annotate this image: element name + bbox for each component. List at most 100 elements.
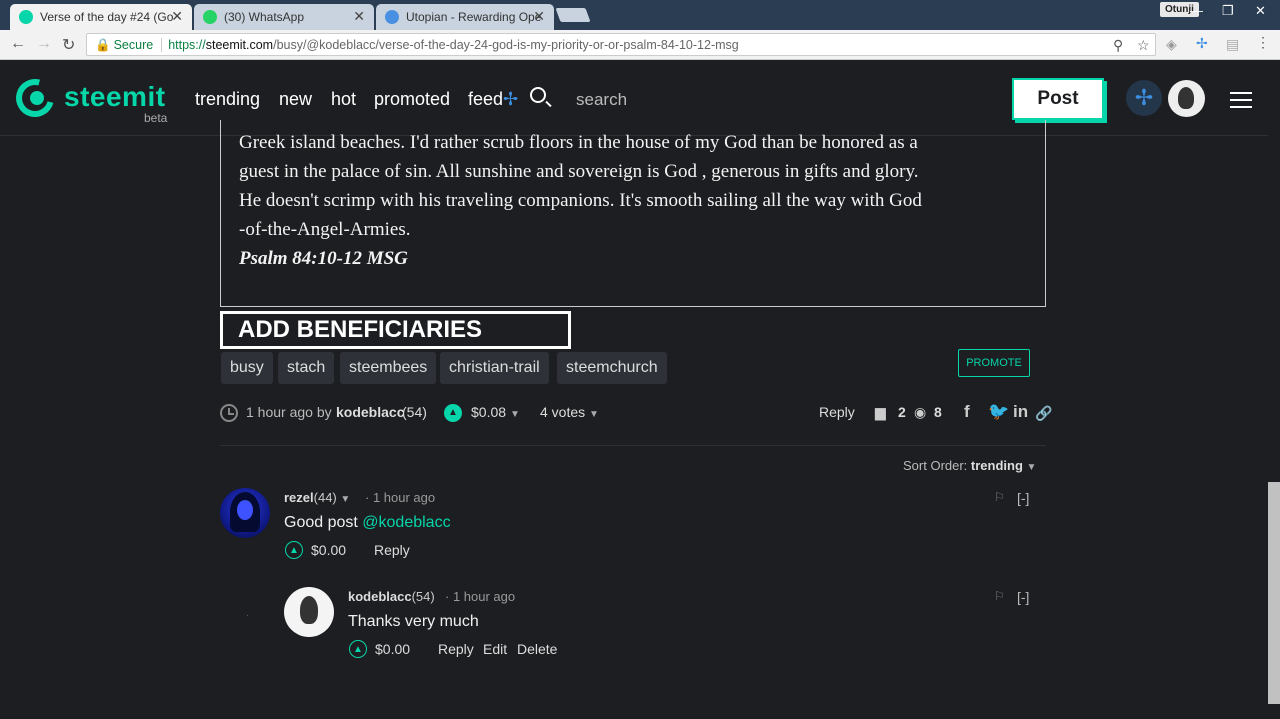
lock-icon: 🔒 <box>95 38 111 52</box>
busy-feed-icon: ✢ <box>503 89 519 109</box>
link-icon[interactable]: 🔗 <box>1035 405 1052 422</box>
comment-reply-link[interactable]: Reply <box>374 542 410 558</box>
new-tab-button[interactable] <box>555 8 591 22</box>
sort-order[interactable]: Sort Order: trending ▼ <box>903 458 1036 473</box>
comment-delete-link[interactable]: Delete <box>517 641 557 657</box>
pdf-extension-icon[interactable]: ▤ <box>1226 36 1239 53</box>
thread-dot: · <box>246 610 250 621</box>
comment-mention[interactable]: @kodeblacc <box>362 514 450 531</box>
user-avatar[interactable] <box>1168 80 1205 117</box>
comment-author[interactable]: rezel(44) ▼ <box>284 490 350 505</box>
browser-tab-whatsapp[interactable]: (30) WhatsApp ✕ <box>194 4 374 30</box>
reply-link[interactable]: Reply <box>819 404 855 420</box>
tag-busy[interactable]: busy <box>221 352 273 384</box>
nav-promoted[interactable]: promoted <box>374 89 450 110</box>
comment-body: Thanks very much <box>348 613 479 630</box>
comment-avatar[interactable] <box>284 587 334 637</box>
tag-stach[interactable]: stach <box>278 352 335 384</box>
payout-value: $0.08 <box>471 404 507 420</box>
add-beneficiaries-heading: ADD BENEFICIARIES <box>220 311 571 349</box>
post-button[interactable]: Post <box>1012 78 1104 120</box>
flag-icon[interactable]: ⚐ <box>994 589 1005 603</box>
tab-title: (30) WhatsApp <box>224 10 305 24</box>
zoom-icon[interactable]: ⚲ <box>1113 37 1123 54</box>
tab-title: Utopian - Rewarding Ope <box>406 10 542 24</box>
comment-time[interactable]: · 1 hour ago <box>445 589 515 604</box>
comment-time-value: 1 hour ago <box>372 490 436 505</box>
comments-icon[interactable]: ▆ <box>875 404 886 421</box>
busy-extension-icon[interactable]: ✢ <box>1196 35 1208 52</box>
nav-hot[interactable]: hot <box>331 89 356 110</box>
hamburger-menu-icon[interactable] <box>1230 92 1252 108</box>
reload-icon[interactable]: ↻ <box>62 35 75 55</box>
secure-label: Secure <box>113 38 163 52</box>
avatar-face <box>237 500 253 520</box>
quote-line: guest in the palace of sin. All sunshine… <box>239 161 919 182</box>
busy-app-icon[interactable]: ✢ <box>1126 80 1162 116</box>
extension-icon[interactable]: ◈ <box>1166 36 1177 53</box>
upvote-icon[interactable]: ▲ <box>444 404 462 422</box>
back-icon[interactable]: ← <box>10 35 26 53</box>
flag-icon[interactable]: ⚐ <box>994 490 1005 504</box>
tag-steemchurch[interactable]: steemchurch <box>557 352 667 384</box>
close-tab-icon[interactable]: ✕ <box>171 8 183 25</box>
comment-author[interactable]: kodeblacc(54) <box>348 589 435 604</box>
comments-count: 2 <box>898 404 906 420</box>
collapse-toggle[interactable]: [-] <box>1017 490 1029 506</box>
comment-payout[interactable]: $0.00 <box>375 641 410 657</box>
nav-new[interactable]: new <box>279 89 312 110</box>
post-author[interactable]: kodeblacc <box>336 404 404 420</box>
nav-feed[interactable]: feed✢ <box>468 89 518 110</box>
comment-payout[interactable]: $0.00 <box>311 542 346 558</box>
browser-tab-utopian[interactable]: Utopian - Rewarding Ope ✕ <box>376 4 554 30</box>
address-bar[interactable]: 🔒 Secure https://steemit.com/busy/@kodebla… <box>86 33 1156 56</box>
promote-button[interactable]: PROMOTE <box>958 349 1030 377</box>
menu-dots-icon[interactable]: ⋮ <box>1256 34 1270 51</box>
twitter-icon[interactable]: 🐦 <box>988 402 1009 422</box>
steemit-logo-dot <box>30 91 44 105</box>
author-reputation: (54) <box>402 404 427 420</box>
scrollbar-thumb[interactable] <box>1268 482 1280 704</box>
collapse-toggle[interactable]: [-] <box>1017 589 1029 605</box>
nav-trending[interactable]: trending <box>195 89 260 110</box>
bookmark-star-icon[interactable]: ☆ <box>1137 37 1150 54</box>
search-input[interactable]: search <box>576 90 627 110</box>
forward-icon[interactable]: → <box>36 35 52 53</box>
linkedin-icon[interactable]: in <box>1013 402 1028 422</box>
comment-avatar[interactable] <box>220 488 270 538</box>
section-divider <box>220 445 1046 446</box>
minimize-icon[interactable]: — <box>1190 3 1203 18</box>
maximize-icon[interactable]: ❐ <box>1222 3 1234 19</box>
upvote-icon[interactable]: ▲ <box>349 640 367 658</box>
comment-edit-link[interactable]: Edit <box>483 641 507 657</box>
chevron-down-icon: ▼ <box>1026 462 1037 473</box>
close-tab-icon[interactable]: ✕ <box>353 8 365 25</box>
comment-time[interactable]: · 1 hour ago <box>365 490 435 505</box>
chevron-down-icon: ▼ <box>509 409 520 420</box>
quote-line: He doesn't scrimp with his traveling com… <box>239 190 922 211</box>
comment-author-name: kodeblacc <box>348 589 412 604</box>
close-tab-icon[interactable]: ✕ <box>533 8 545 25</box>
tag-steembees[interactable]: steembees <box>340 352 437 384</box>
tag-christian-trail[interactable]: christian-trail <box>440 352 549 384</box>
upvote-icon[interactable]: ▲ <box>285 541 303 559</box>
quote-line: Greek island beaches. I'd rather scrub f… <box>239 132 918 153</box>
search-icon[interactable] <box>530 87 546 103</box>
sort-value: trending <box>970 458 1023 473</box>
url-scheme: https:// <box>168 38 206 52</box>
browser-toolbar: ← → ↻ 🔒 Secure https://steemit.com/busy/@k… <box>0 30 1280 60</box>
post-payout[interactable]: $0.08 ▼ <box>471 404 520 420</box>
chevron-down-icon: ▼ <box>589 409 599 420</box>
close-window-icon[interactable]: ✕ <box>1255 3 1266 19</box>
logo-text[interactable]: steemit <box>64 81 166 113</box>
scripture-quote-box: Greek island beaches. I'd rather scrub f… <box>220 120 1046 307</box>
steemit-favicon-icon <box>19 10 33 24</box>
votes-value: 4 votes <box>540 404 586 420</box>
browser-tab-bar: Verse of the day #24 (Go ✕ (30) WhatsApp… <box>0 0 1280 30</box>
comment-reply-link[interactable]: Reply <box>438 641 474 657</box>
tab-title: Verse of the day #24 (Go <box>40 10 174 24</box>
facebook-icon[interactable]: f <box>964 402 970 422</box>
url-host: steemit.com <box>205 38 274 52</box>
browser-tab-active[interactable]: Verse of the day #24 (Go ✕ <box>10 4 192 30</box>
post-votes[interactable]: 4 votes ▼ <box>540 404 599 420</box>
